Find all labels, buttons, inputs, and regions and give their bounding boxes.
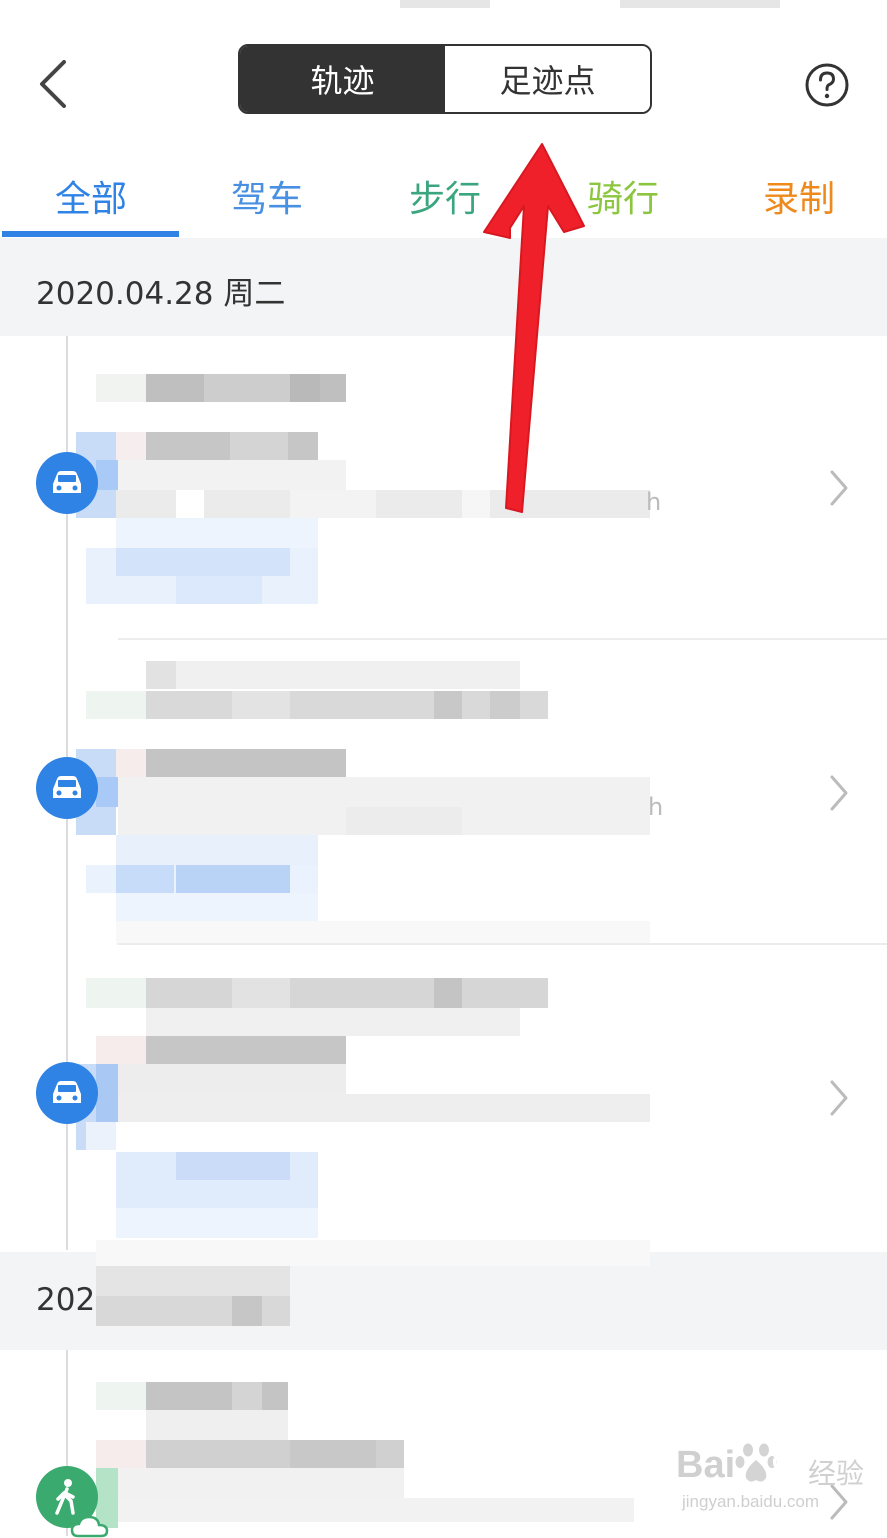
- view-segmented-control: 轨迹 足迹点: [238, 44, 652, 114]
- divider: [118, 638, 887, 640]
- date-section-header: 2020.04.28 周二: [0, 238, 887, 336]
- chevron-right-icon: [830, 775, 848, 811]
- back-chevron-icon: [40, 60, 66, 108]
- header: 轨迹 足迹点: [0, 12, 887, 152]
- car-icon: [36, 452, 98, 514]
- annotation-arrow-icon: [483, 143, 585, 513]
- chevron-right-icon: [830, 1080, 848, 1116]
- active-tab-indicator: [2, 231, 179, 237]
- status-bar: [0, 0, 887, 12]
- divider: [118, 943, 887, 945]
- car-icon: [36, 1062, 98, 1124]
- help-icon: [805, 63, 849, 107]
- watermark-du: du: [772, 1448, 799, 1473]
- tab-record[interactable]: 录制: [710, 170, 887, 222]
- trip-item[interactable]: [0, 946, 887, 1251]
- segment-trajectory[interactable]: 轨迹: [240, 46, 445, 112]
- section-date: 2020.04.28 周二: [36, 276, 286, 312]
- tab-all[interactable]: 全部: [2, 170, 180, 222]
- baidu-watermark: Bai du 经验 jingyan.baidu.com: [676, 1440, 866, 1520]
- section-date: 202: [36, 1282, 96, 1318]
- car-icon: [36, 757, 98, 819]
- watermark-brand: Bai: [676, 1444, 736, 1486]
- date-section-header: 202: [0, 1240, 887, 1350]
- chevron-right-icon: [830, 470, 848, 506]
- tab-drive[interactable]: 驾车: [178, 170, 356, 222]
- watermark-cn: 经验: [808, 1457, 865, 1490]
- back-button[interactable]: [30, 48, 80, 118]
- watermark-url: jingyan.baidu.com: [682, 1492, 820, 1511]
- filter-tabs: 全部 驾车 步行 骑行 录制: [0, 160, 887, 238]
- cloud-sync-icon: [70, 1515, 109, 1538]
- help-button[interactable]: [804, 62, 850, 108]
- segment-footprints[interactable]: 足迹点: [445, 46, 650, 112]
- trip-item[interactable]: h: [0, 641, 887, 946]
- trip-item[interactable]: h: [0, 336, 887, 641]
